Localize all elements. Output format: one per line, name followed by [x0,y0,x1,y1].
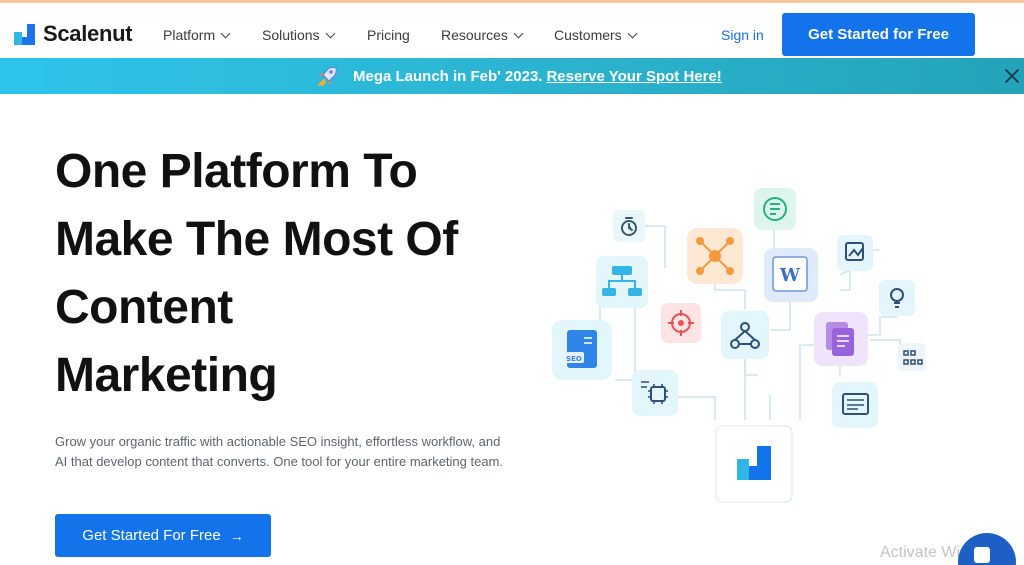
close-icon[interactable] [1004,68,1020,84]
hero-description: Grow your organic traffic with actionabl… [55,434,504,469]
central-logo-tile [715,425,793,503]
brand-logo[interactable]: Scalenut [14,21,133,47]
nav-item-customers[interactable]: Customers [554,27,638,43]
chevron-down-icon [325,28,336,38]
document-check-tile [754,188,796,230]
headline-line: Content [55,281,233,334]
headline-line: Make The Most Of [55,213,458,266]
nav-item-label: Customers [554,27,622,43]
files-tile [814,312,868,366]
chip-tile [632,370,678,416]
wordpress-tile: W [764,248,818,302]
timer-tile [613,210,645,242]
target-tile [661,303,701,343]
nav-item-platform[interactable]: Platform [163,27,231,43]
hero-headline: One Platform To Make The Most Of Content… [55,138,535,410]
sign-in-link[interactable]: Sign in [721,27,764,43]
chat-widget-icon[interactable] [958,533,1016,565]
rocket-icon [318,67,337,86]
svg-text:SEO: SEO [566,355,582,363]
nav-item-label: Pricing [367,27,410,43]
nav-item-resources[interactable]: Resources [441,27,524,43]
article-tile [832,382,878,428]
banner-text: Mega Launch in Feb' 2023. [353,67,543,85]
reserve-spot-link[interactable]: Reserve Your Spot Here! [546,68,721,85]
headline-line: One Platform To [55,145,418,198]
sitemap-tile [596,256,648,308]
hero-button-label: Get Started For Free [82,527,221,544]
announcement-banner: Mega Launch in Feb' 2023. Reserve Your S… [0,58,1024,94]
banner-content: Mega Launch in Feb' 2023. Reserve Your S… [316,66,722,86]
platform-illustration: W SEO [552,188,926,503]
nav-item-pricing[interactable]: Pricing [367,27,410,43]
scalenut-logo-icon [14,23,35,45]
hub-nodes-tile [687,228,743,284]
nav-item-solutions[interactable]: Solutions [262,27,336,43]
get-started-hero-button[interactable]: Get Started For Free → [55,514,271,557]
flow-tile [898,343,926,371]
brand-name: Scalenut [43,21,133,46]
top-navigation: Scalenut Platform Solutions Pricing Reso… [0,3,1024,58]
chevron-down-icon [513,28,524,38]
arrow-right-icon: → [229,527,244,544]
seo-document-tile: SEO [552,320,612,380]
chevron-down-icon [627,28,638,38]
nav-item-label: Solutions [262,27,320,43]
network-tile [721,311,769,359]
get-started-button[interactable]: Get Started for Free [782,13,975,56]
chevron-down-icon [220,28,231,38]
nav-item-label: Resources [441,27,508,43]
edit-image-tile [837,235,873,271]
nav-item-label: Platform [163,27,216,43]
lightbulb-tile [879,280,915,316]
svg-text:W: W [779,265,801,286]
headline-line: Marketing [55,349,278,402]
